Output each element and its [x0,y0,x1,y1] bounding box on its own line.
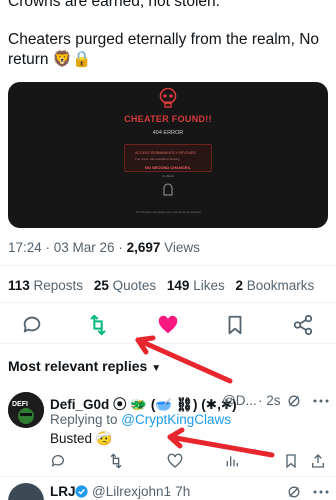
grok-icon[interactable] [287,394,301,408]
bookmarks-stat[interactable]: 2 Bookmarks [235,278,314,293]
reposts-stat[interactable]: 113 Reposts [8,278,83,293]
views-label: Views [160,240,200,255]
repost-icon[interactable] [87,314,109,336]
media-title: CHEATER FOUND!! [124,114,212,124]
bookmark-icon[interactable] [224,314,246,336]
svg-text:DEFI: DEFI [12,401,28,408]
divider [0,265,336,266]
notice-line-2: The crown has identified cheating [135,157,180,161]
more-options-icon[interactable] [313,489,329,495]
share-icon[interactable] [310,453,326,469]
reply-author-handle[interactable]: @D... [222,393,257,408]
bookmark-icon[interactable] [283,453,299,469]
replies-sort-label: Most relevant replies [8,358,148,374]
reply-author-handle[interactable]: @Lilrexjohn1 [92,484,171,499]
media-subtitle: 404 ERROR [152,130,184,136]
like-icon[interactable] [157,314,179,336]
views-count: 2,697 [126,240,161,255]
reply-time: · 7h [167,484,191,499]
tombstone-icon [163,183,173,196]
verified-badge-icon [75,485,88,498]
chevron-down-icon: ▼ [151,363,162,374]
tweet-time: 17:24 · 03 Mar 26 · [8,240,127,255]
tweet-media-image[interactable]: CHEATER FOUND!! 404 ERROR ACCESS PERMANE… [8,82,328,228]
engagement-stats: 113 Reposts 25 Quotes 149 Likes 2 Bookma… [8,278,314,293]
share-icon[interactable] [292,314,314,336]
reply-time: · 2s [258,393,281,408]
avatar[interactable]: DEFI [8,392,44,428]
reply-text: Busted 🤕 [50,431,113,446]
reply-icon[interactable] [21,314,43,336]
divider [0,476,336,477]
reply-author-name[interactable]: LRJ [50,484,76,499]
media-footer: This kingdom has judged you and found yo… [135,210,201,214]
tweet-line-2: Cheaters purged eternally from the realm… [8,31,320,48]
more-options-icon[interactable] [313,398,329,404]
tweet-timestamp: 17:24 · 03 Mar 26 · 2,697 Views [8,240,200,255]
quotes-stat[interactable]: 25 Quotes [94,278,156,293]
grok-icon[interactable] [287,485,301,499]
skull-icon [159,88,177,108]
media-notice-box: ACCESS PERMANENTLY REVOKED The crown has… [124,144,212,172]
like-icon[interactable] [167,453,183,469]
replying-to: Replying to @CryptKingClaws [50,412,232,427]
reply-icon[interactable] [50,453,66,469]
tweet-line-3: return 🦁🔒 [8,51,92,68]
notice-line-3: NO SECOND CHANCES. [144,165,192,170]
divider [0,302,336,303]
reply-mention-link[interactable]: @CryptKingClaws [121,412,231,427]
reply-author-name[interactable]: Defi_G0d ⦿ 🐲 (🥣 ⛓) (✱,✱) [50,393,237,413]
media-go-back: Go Back [162,174,174,178]
replies-sort-selector[interactable]: Most relevant replies ▼ [8,358,161,374]
tweet-line-1: Crowns are earned, not stolen. [8,0,220,10]
avatar[interactable] [8,483,44,500]
analytics-icon[interactable] [224,453,240,469]
repost-icon[interactable] [108,453,124,469]
divider [0,343,336,344]
notice-line-1: ACCESS PERMANENTLY REVOKED [135,151,196,155]
likes-stat[interactable]: 149 Likes [167,278,225,293]
